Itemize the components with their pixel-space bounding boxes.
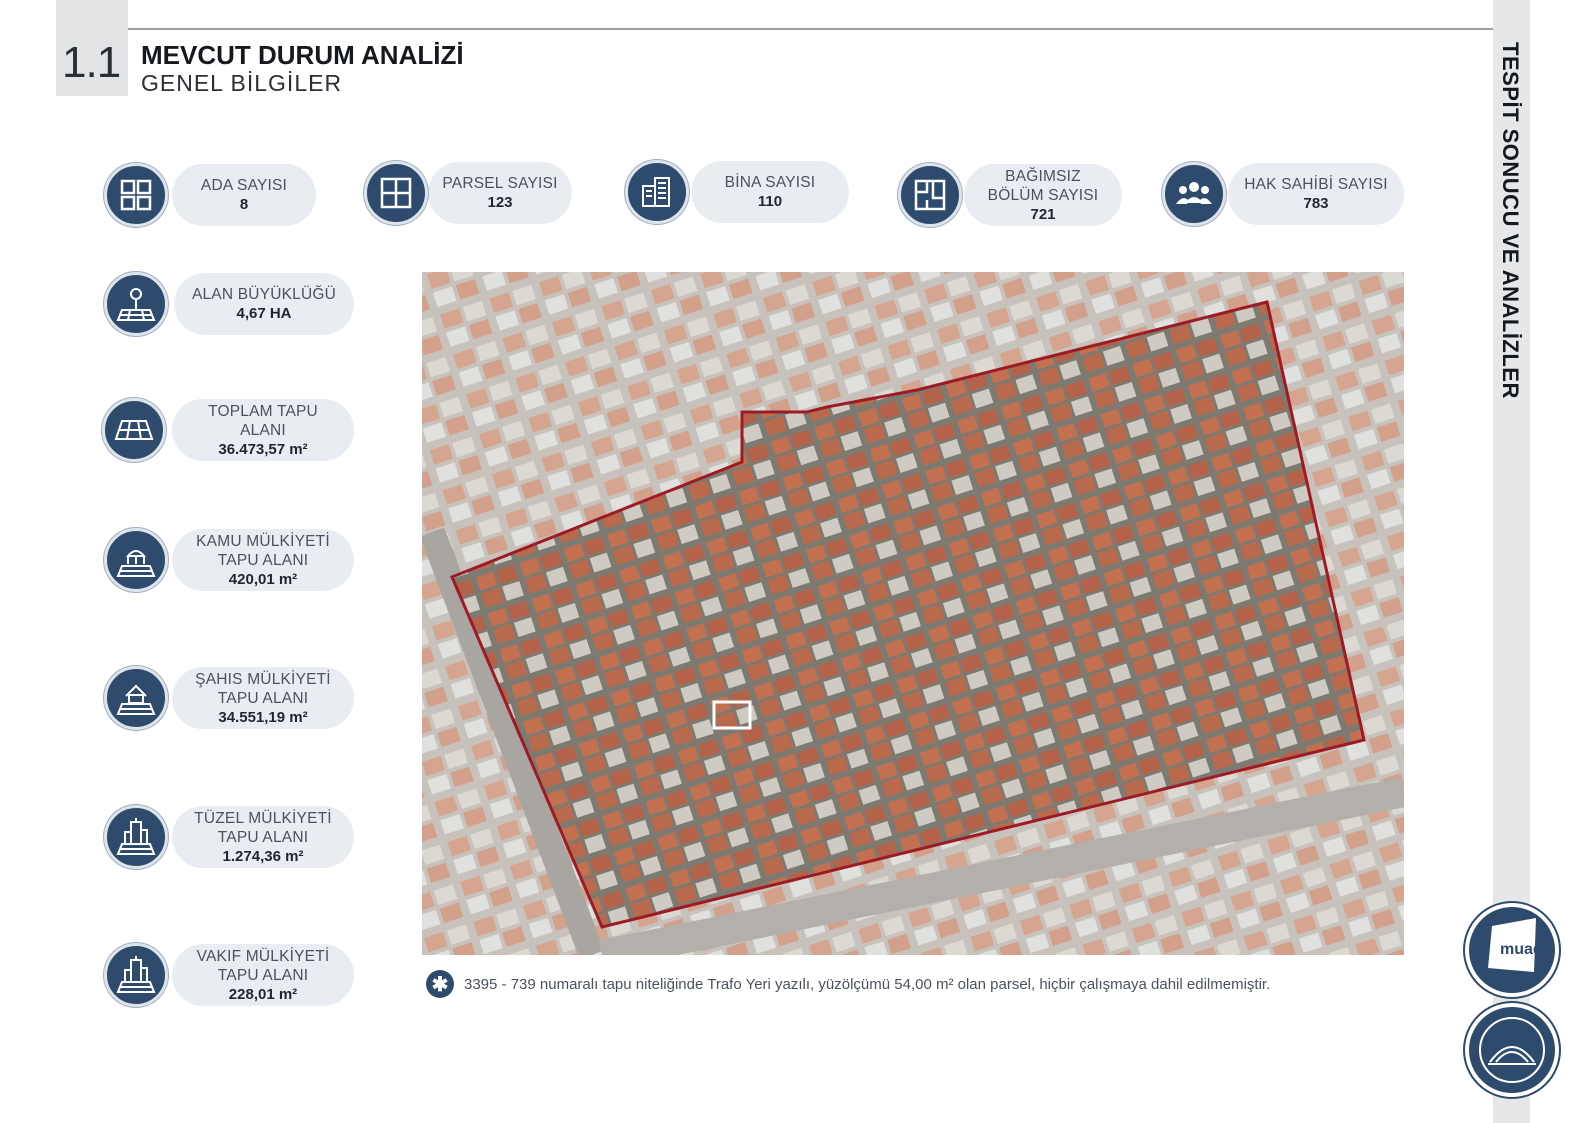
stat-alan-buyuklugu: ALAN BÜYÜKLÜĞÜ 4,67 HA: [104, 272, 354, 336]
section-number-box: 1.1: [56, 0, 128, 96]
stat-label-line2: TAPU ALANI: [217, 966, 309, 984]
stat-value: 721: [1030, 205, 1056, 223]
stat-value: 8: [239, 196, 249, 213]
land-grid-icon: [102, 398, 166, 462]
corporate-tower-icon: [104, 805, 168, 869]
footnote: ✱ 3395 - 739 numaralı tapu niteliğinde T…: [426, 970, 1270, 998]
stat-label-line1: TOPLAM TAPU: [208, 402, 318, 420]
aerial-site-map: [422, 272, 1404, 955]
stat-label: ALAN BÜYÜKLÜĞÜ: [191, 286, 337, 303]
stat-label-line1: VAKIF MÜLKİYETİ: [196, 947, 330, 965]
muad-logo: muad: [1465, 903, 1559, 997]
stat-pill: ADA SAYISI 8: [172, 164, 316, 226]
side-title: TESPİT SONUCU VE ANALİZLER: [1498, 42, 1523, 399]
stat-pill: ALAN BÜYÜKLÜĞÜ 4,67 HA: [174, 273, 354, 335]
stat-value: 1.274,36 m²: [222, 847, 304, 865]
stat-label-line1: BAĞIMSIZ: [1005, 167, 1081, 185]
footnote-text: 3395 - 739 numaralı tapu niteliğinde Tra…: [464, 975, 1271, 993]
stat-label-line2: TAPU ALANI: [217, 828, 309, 846]
parcel-window-icon: [364, 161, 428, 225]
stat-value: 123: [487, 194, 513, 211]
header-rule: [56, 28, 1520, 30]
stat-pill: VAKIF MÜLKİYETİ TAPU ALANI 228,01 m²: [172, 944, 354, 1006]
people-icon: [1162, 162, 1226, 226]
stat-sahis-mulkiyeti: ŞAHIS MÜLKİYETİ TAPU ALANI 34.551,19 m²: [104, 666, 354, 730]
stat-bina-sayisi: BİNA SAYISI 110: [625, 160, 849, 224]
stat-label-line2: ALANI: [240, 421, 286, 439]
stat-label-line2: BÖLÜM SAYISI: [987, 186, 1099, 204]
svg-text:muad: muad: [1500, 941, 1543, 958]
stat-value: 420,01 m²: [228, 570, 298, 588]
stat-label: PARSEL SAYISI: [442, 175, 558, 192]
stat-value: 4,67 HA: [236, 305, 292, 322]
page-title: MEVCUT DURUM ANALİZİ: [141, 40, 464, 70]
stat-label-line1: KAMU MÜLKİYETİ: [196, 532, 330, 550]
stat-kamu-mulkiyeti: KAMU MÜLKİYETİ TAPU ALANI 420,01 m²: [104, 528, 354, 592]
stat-label: ADA SAYISI: [200, 177, 288, 194]
stat-pill: BİNA SAYISI 110: [691, 161, 849, 223]
foundation-tower-icon: [104, 943, 168, 1007]
stat-vakif-mulkiyeti: VAKIF MÜLKİYETİ TAPU ALANI 228,01 m²: [104, 943, 354, 1007]
house-icon: [104, 666, 168, 730]
stat-hak-sahibi-sayisi: HAK SAHİBİ SAYISI 783: [1162, 162, 1404, 226]
stat-value: 228,01 m²: [228, 985, 298, 1003]
blocks-grid-icon: [104, 163, 168, 227]
stat-label: HAK SAHİBİ SAYISI: [1244, 176, 1388, 193]
stat-value: 110: [757, 193, 783, 210]
stat-toplam-tapu-alani: TOPLAM TAPU ALANI 36.473,57 m²: [102, 398, 354, 462]
page-subtitle: GENEL BİLGİLER: [141, 70, 343, 96]
stat-pill: KAMU MÜLKİYETİ TAPU ALANI 420,01 m²: [172, 529, 354, 591]
section-number: 1.1: [62, 38, 121, 87]
stat-label-line2: TAPU ALANI: [217, 551, 309, 569]
stat-pill: TOPLAM TAPU ALANI 36.473,57 m²: [172, 399, 354, 461]
stat-label-line1: ŞAHIS MÜLKİYETİ: [195, 670, 331, 688]
stat-pill: ŞAHIS MÜLKİYETİ TAPU ALANI 34.551,19 m²: [172, 667, 354, 729]
stat-label: BİNA SAYISI: [724, 174, 816, 191]
municipality-seal-logo: [1465, 1003, 1559, 1097]
stat-pill: PARSEL SAYISI 123: [428, 162, 572, 224]
stat-bagimsiz-bolum-sayisi: BAĞIMSIZ BÖLÜM SAYISI 721: [898, 163, 1122, 227]
public-building-icon: [104, 528, 168, 592]
stat-label-line2: TAPU ALANI: [217, 689, 309, 707]
stat-label-line1: TÜZEL MÜLKİYETİ: [194, 809, 332, 827]
floor-plan-icon: [898, 163, 962, 227]
area-pin-icon: [104, 272, 168, 336]
stat-value: 34.551,19 m²: [218, 708, 308, 726]
stat-parsel-sayisi: PARSEL SAYISI 123: [364, 161, 572, 225]
stat-value: 36.473,57 m²: [218, 440, 308, 458]
stat-pill: HAK SAHİBİ SAYISI 783: [1228, 163, 1404, 225]
asterisk-icon: ✱: [426, 970, 454, 998]
stat-pill: TÜZEL MÜLKİYETİ TAPU ALANI 1.274,36 m²: [172, 806, 354, 868]
stat-pill: BAĞIMSIZ BÖLÜM SAYISI 721: [964, 164, 1122, 226]
stat-ada-sayisi: ADA SAYISI 8: [104, 163, 316, 227]
stat-value: 783: [1303, 195, 1329, 212]
building-icon: [625, 160, 689, 224]
stat-tuzel-mulkiyeti: TÜZEL MÜLKİYETİ TAPU ALANI 1.274,36 m²: [104, 805, 354, 869]
